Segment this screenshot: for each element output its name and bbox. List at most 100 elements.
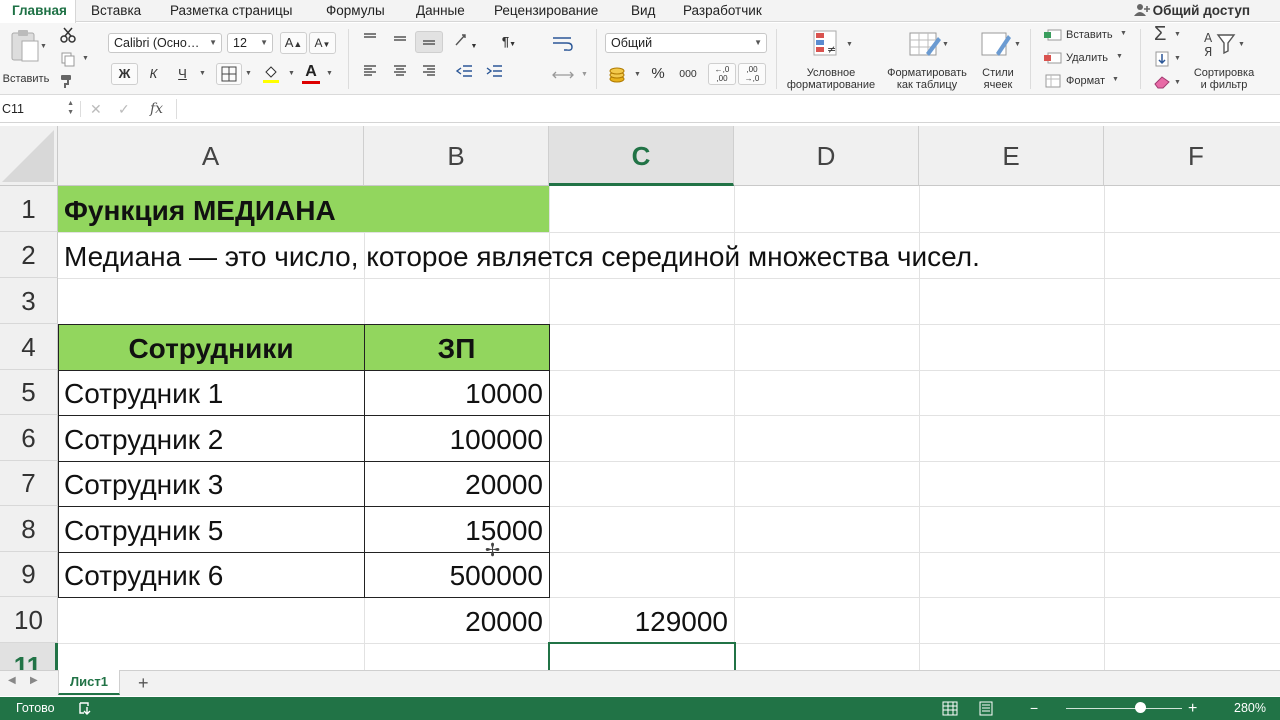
format-as-table-button[interactable]: ▼ Форматировать как таблицу: [880, 27, 974, 91]
bold-button[interactable]: Ж: [111, 63, 138, 85]
orientation-button[interactable]: ▼: [450, 31, 480, 53]
underline-button[interactable]: Ч: [169, 63, 196, 85]
cut-icon[interactable]: [60, 27, 76, 43]
average-result-cell[interactable]: 129000: [549, 599, 734, 644]
share-button[interactable]: Общий доступ: [1133, 0, 1250, 22]
delete-cells-button[interactable]: Удалить ▼: [1044, 50, 1132, 68]
tab-data[interactable]: Данные: [416, 0, 465, 22]
tab-review[interactable]: Рецензирование: [494, 0, 598, 22]
zoom-slider-handle[interactable]: [1135, 702, 1146, 713]
column-header-c[interactable]: C: [549, 126, 734, 186]
format-painter-icon[interactable]: [60, 73, 76, 89]
row-header-7[interactable]: 7: [0, 461, 58, 506]
row-header-5[interactable]: 5: [0, 370, 58, 415]
median-result-cell[interactable]: 20000: [364, 599, 549, 644]
align-bottom-button[interactable]: [415, 31, 443, 53]
tab-view[interactable]: Вид: [631, 0, 655, 22]
worksheet-grid[interactable]: A B C D E F 1 2 3 4 5 6 7 8 9 10 11 Функ…: [0, 126, 1280, 670]
grow-font-button[interactable]: A▲: [280, 32, 307, 54]
page-layout-view-icon[interactable]: [978, 701, 994, 716]
column-header-d[interactable]: D: [734, 126, 919, 186]
wrap-text-icon[interactable]: [551, 35, 575, 51]
sort-filter-button[interactable]: АЯ Сортировка и фильтр: [1186, 27, 1262, 91]
paragraph-direction-button[interactable]: ¶▼: [492, 31, 526, 53]
select-all-button[interactable]: [0, 126, 58, 186]
active-cell-c11[interactable]: [548, 642, 736, 670]
confirm-entry-button[interactable]: ✓: [118, 99, 130, 119]
row-header-6[interactable]: 6: [0, 415, 58, 461]
zoom-in-button[interactable]: +: [1188, 697, 1197, 720]
increase-indent-button[interactable]: [480, 63, 508, 85]
borders-button[interactable]: [216, 63, 242, 85]
italic-button[interactable]: К: [140, 63, 167, 85]
font-color-dropdown-arrow[interactable]: ▼: [326, 70, 333, 77]
align-center-button[interactable]: [386, 63, 414, 85]
clear-eraser-icon[interactable]: [1153, 75, 1171, 89]
font-size-select[interactable]: 12 ▼: [227, 33, 273, 53]
sheet-title-cell[interactable]: Функция МЕДИАНА: [64, 188, 336, 233]
tab-formulas[interactable]: Формулы: [326, 0, 385, 22]
salary-cell[interactable]: 10000: [364, 371, 549, 416]
underline-dropdown-arrow[interactable]: ▼: [199, 70, 206, 77]
tab-home[interactable]: Главная: [0, 0, 76, 23]
row-header-8[interactable]: 8: [0, 506, 58, 552]
next-sheet-arrow-icon[interactable]: ▶: [30, 675, 38, 686]
row-header-1[interactable]: 1: [0, 186, 58, 232]
conditional-formatting-button[interactable]: ≠ ▼ Условное форматирование: [782, 27, 880, 91]
align-left-button[interactable]: [356, 63, 384, 85]
salary-cell[interactable]: 500000: [364, 553, 549, 598]
borders-dropdown-arrow[interactable]: ▼: [245, 70, 252, 77]
align-right-button[interactable]: [415, 63, 443, 85]
header-employees-cell[interactable]: Сотрудники: [58, 326, 364, 371]
increase-decimal-button[interactable]: ←,0 ,00: [708, 63, 736, 85]
insert-function-button[interactable]: fx: [150, 99, 163, 119]
employee-name-cell[interactable]: Сотрудник 6: [64, 553, 223, 598]
macro-record-icon[interactable]: [78, 701, 94, 716]
fill-color-icon[interactable]: [262, 64, 280, 84]
row-header-10[interactable]: 10: [0, 597, 58, 643]
name-box[interactable]: C11 ▲ ▼: [0, 99, 76, 119]
salary-cell[interactable]: 20000: [364, 462, 549, 507]
zoom-slider[interactable]: [1066, 708, 1182, 709]
previous-sheet-arrow-icon[interactable]: ◀: [8, 675, 16, 686]
fill-color-dropdown-arrow[interactable]: ▼: [288, 70, 295, 77]
fill-dropdown-arrow[interactable]: ▼: [1174, 55, 1181, 62]
row-header-3[interactable]: 3: [0, 278, 58, 324]
zoom-level-text[interactable]: 280%: [1234, 697, 1266, 720]
align-top-button[interactable]: [356, 31, 384, 53]
employee-name-cell[interactable]: Сотрудник 1: [64, 371, 223, 416]
percent-button[interactable]: %: [646, 63, 670, 85]
copy-icon[interactable]: [60, 51, 76, 67]
number-format-select[interactable]: Общий ▼: [605, 33, 767, 53]
description-cell[interactable]: Медиана — это число, которое является се…: [64, 234, 980, 279]
font-color-button[interactable]: A: [300, 63, 322, 85]
thousands-separator-button[interactable]: 000: [674, 63, 702, 85]
paste-dropdown-arrow[interactable]: ▼: [40, 43, 47, 50]
font-name-select[interactable]: Calibri (Осно… ▼: [108, 33, 222, 53]
paste-button[interactable]: Вставить: [3, 29, 49, 85]
insert-cells-button[interactable]: Вставить ▼: [1044, 27, 1132, 45]
autosum-dropdown-arrow[interactable]: ▼: [1174, 31, 1181, 38]
column-header-e[interactable]: E: [919, 126, 1104, 186]
decrease-decimal-button[interactable]: ,00 →,0: [738, 63, 766, 85]
format-cells-button[interactable]: Формат ▼: [1044, 73, 1132, 91]
add-sheet-button[interactable]: +: [138, 672, 149, 694]
employee-name-cell[interactable]: Сотрудник 5: [64, 508, 223, 553]
row-header-4[interactable]: 4: [0, 324, 58, 370]
column-header-b[interactable]: B: [364, 126, 549, 186]
column-header-a[interactable]: A: [58, 126, 364, 186]
row-header-9[interactable]: 9: [0, 552, 58, 597]
currency-icon[interactable]: [608, 66, 630, 84]
align-middle-button[interactable]: [386, 31, 414, 53]
fill-down-icon[interactable]: [1154, 51, 1170, 67]
cell-styles-button[interactable]: ▼ Стили ячеек: [974, 27, 1022, 91]
merge-dropdown-arrow[interactable]: ▼: [581, 71, 588, 78]
copy-dropdown-arrow[interactable]: ▼: [82, 55, 89, 62]
formula-input[interactable]: [176, 99, 1266, 119]
normal-view-icon[interactable]: [942, 701, 958, 716]
sort-filter-dropdown-arrow[interactable]: ▼: [1238, 41, 1245, 48]
header-salary-cell[interactable]: ЗП: [364, 326, 549, 371]
shrink-font-button[interactable]: A▼: [309, 32, 336, 54]
tab-insert[interactable]: Вставка: [91, 0, 141, 22]
tab-developer[interactable]: Разработчик: [683, 0, 762, 22]
